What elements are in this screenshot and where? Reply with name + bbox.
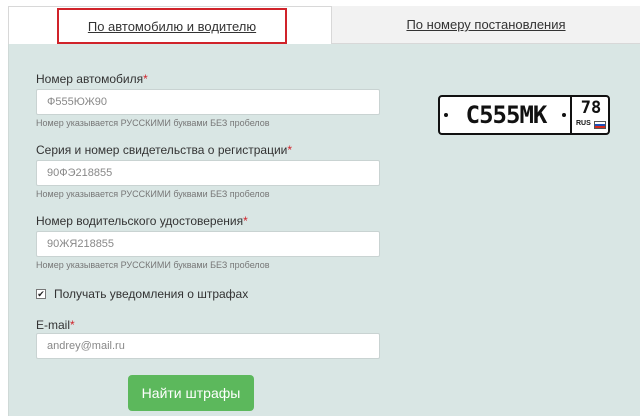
plate-main-text: С555МК xyxy=(465,101,548,129)
tab-active-text[interactable]: По автомобилю и водителю xyxy=(88,19,256,34)
russian-flag-icon xyxy=(594,121,606,129)
license-input[interactable] xyxy=(36,231,380,257)
plate-country-code: RUS xyxy=(576,120,591,127)
email-input[interactable] xyxy=(36,333,380,359)
registration-hint: Номер указывается РУССКИМИ буквами БЕЗ п… xyxy=(36,189,270,199)
car-number-input[interactable] xyxy=(36,89,380,115)
license-hint: Номер указывается РУССКИМИ буквами БЕЗ п… xyxy=(36,260,270,270)
tab-by-car-and-driver-label[interactable]: По автомобилю и водителю xyxy=(57,8,287,44)
license-label: Номер водительского удостоверения* xyxy=(36,214,248,228)
email-label: E-mail* xyxy=(36,318,75,332)
car-number-hint: Номер указывается РУССКИМИ буквами БЕЗ п… xyxy=(36,118,270,128)
required-mark: * xyxy=(70,318,75,332)
notify-row[interactable]: ✔ Получать уведомления о штрафах xyxy=(36,287,248,301)
plate-divider xyxy=(570,97,572,133)
plate-bolt xyxy=(562,113,566,117)
tab-by-resolution-number[interactable]: По номеру постановления xyxy=(332,6,640,44)
flag-stripe-red xyxy=(595,126,605,128)
notify-label[interactable]: Получать уведомления о штрафах xyxy=(54,287,248,301)
registration-input[interactable] xyxy=(36,160,380,186)
required-mark: * xyxy=(287,143,293,157)
car-number-label: Номер автомобиля* xyxy=(36,72,148,86)
notify-checkbox[interactable]: ✔ xyxy=(36,289,46,299)
find-fines-button[interactable]: Найти штрафы xyxy=(128,375,254,411)
registration-label: Серия и номер свидетельства о регистраци… xyxy=(36,143,293,157)
required-mark: * xyxy=(143,72,148,86)
tab-inactive-text[interactable]: По номеру постановления xyxy=(406,17,565,32)
plate-region-code: 78 xyxy=(580,98,602,118)
license-plate-example: С555МК 78 RUS xyxy=(438,95,610,135)
tab-bar: По автомобилю и водителю По номеру поста… xyxy=(0,0,640,44)
required-mark: * xyxy=(243,214,248,228)
